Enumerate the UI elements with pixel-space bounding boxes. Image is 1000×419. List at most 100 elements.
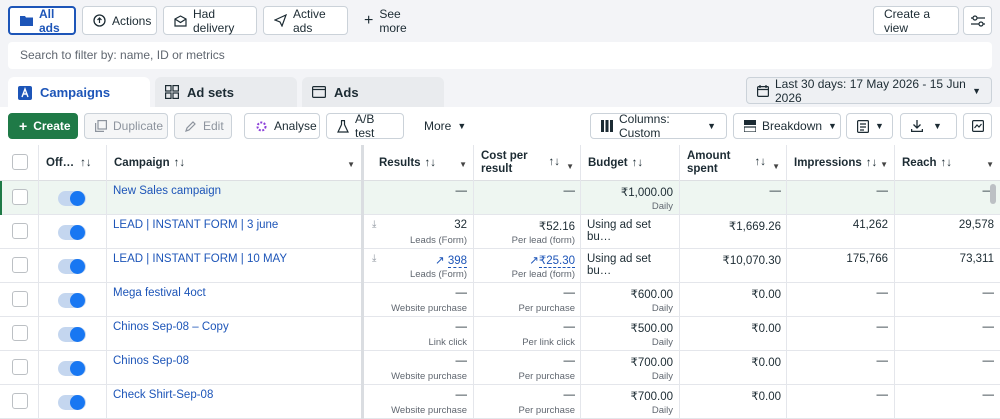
table-row[interactable]: Chinos Sep-08 – Copy — Link click — Per …: [0, 317, 1000, 351]
impressions-value: —: [876, 287, 889, 299]
tab-campaigns[interactable]: Campaigns: [8, 77, 150, 108]
filter-settings-button[interactable]: [963, 6, 992, 35]
active-ads-filter-button[interactable]: Active ads: [263, 6, 348, 35]
table-row[interactable]: LEAD | INSTANT FORM | 3 june ⤓ 32 Leads …: [0, 215, 1000, 249]
caret-down-icon: ▼: [880, 160, 888, 169]
actions-filter-button[interactable]: Actions: [82, 6, 157, 35]
caret-down-icon: ▼: [707, 121, 716, 131]
amount-spent-value: ₹0.00: [751, 289, 781, 301]
edit-button[interactable]: Edit: [174, 113, 232, 139]
ads-icon: [312, 86, 326, 98]
column-header-budget[interactable]: Budget ↑↓: [580, 145, 679, 181]
row-checkbox[interactable]: [12, 257, 28, 273]
breakdown-button[interactable]: Breakdown ▼: [733, 113, 841, 139]
date-range-picker[interactable]: Last 30 days: 17 May 2026 - 15 Jun 2026 …: [746, 77, 992, 105]
budget-type: Daily: [651, 303, 673, 314]
reach-value: —: [982, 389, 995, 401]
table-row[interactable]: LEAD | INSTANT FORM | 10 MAY ⤓ ↗ 398 Lea…: [0, 249, 1000, 283]
budget-value: Using ad set bu…: [587, 253, 651, 277]
analyse-button[interactable]: Analyse: [244, 113, 320, 139]
cost-per-result-type: Per purchase: [518, 371, 575, 382]
campaign-icon: [18, 85, 32, 100]
tab-ads[interactable]: Ads: [302, 77, 444, 107]
budget-value: ₹600.00: [630, 289, 674, 301]
cost-per-result-value[interactable]: ↗₹25.30: [480, 253, 575, 268]
campaign-name-link[interactable]: Chinos Sep-08 – Copy: [113, 321, 229, 333]
campaign-name-link[interactable]: New Sales campaign: [113, 185, 221, 197]
column-header-cost-per-result[interactable]: Cost per result ↑↓ ▼: [473, 145, 580, 181]
column-header-off-on[interactable]: Off… ↑↓: [38, 145, 106, 181]
column-header-results[interactable]: Results ↑↓ ▼: [364, 145, 473, 181]
send-icon: [274, 14, 287, 27]
frozen-column-divider[interactable]: [361, 145, 364, 419]
campaign-toggle[interactable]: [58, 327, 86, 342]
vertical-scrollbar[interactable]: [990, 184, 996, 204]
budget-value: ₹700.00: [630, 357, 674, 369]
caret-down-icon: ▼: [772, 162, 780, 171]
row-checkbox[interactable]: [12, 325, 28, 341]
impressions-value: —: [876, 389, 889, 401]
caret-down-icon: ▼: [459, 160, 467, 169]
amount-spent-value: ₹0.00: [751, 323, 781, 335]
chart-icon: [971, 120, 984, 132]
select-all-checkbox[interactable]: [12, 154, 28, 170]
had-delivery-filter-button[interactable]: Had delivery: [163, 6, 257, 35]
campaign-name-link[interactable]: LEAD | INSTANT FORM | 3 june: [113, 219, 278, 231]
duplicate-button[interactable]: Duplicate: [84, 113, 168, 139]
campaign-toggle[interactable]: [58, 225, 86, 240]
columns-button[interactable]: Columns: Custom ▼: [590, 112, 727, 140]
campaign-name-link[interactable]: Check Shirt-Sep-08: [113, 389, 213, 401]
row-checkbox[interactable]: [12, 359, 28, 375]
download-icon[interactable]: ⤓: [372, 253, 376, 264]
row-checkbox[interactable]: [12, 223, 28, 239]
export-button[interactable]: ▼: [900, 113, 957, 139]
campaign-toggle[interactable]: [58, 361, 86, 376]
ab-test-button[interactable]: A/B test: [326, 112, 404, 140]
campaign-name-link[interactable]: Chinos Sep-08: [113, 355, 189, 367]
campaign-toggle[interactable]: [58, 395, 86, 410]
row-checkbox[interactable]: [12, 393, 28, 409]
results-value: —: [455, 389, 468, 401]
charts-button[interactable]: [963, 113, 992, 139]
more-button[interactable]: More ▼: [414, 113, 470, 139]
row-checkbox[interactable]: [12, 291, 28, 307]
sort-icon: ↑↓: [548, 156, 561, 168]
cost-per-result-value: —: [563, 287, 576, 299]
caret-down-icon: ▼: [566, 162, 574, 171]
create-button[interactable]: + Create: [8, 113, 78, 139]
reach-value: —: [982, 355, 995, 367]
results-type: Leads (Form): [409, 235, 467, 246]
reach-value: 73,311: [959, 253, 994, 265]
row-checkbox[interactable]: [12, 189, 28, 205]
results-value[interactable]: ↗ 398: [380, 253, 467, 268]
caret-down-icon: ▼: [347, 160, 355, 169]
table-row[interactable]: Check Shirt-Sep-08 — Website purchase — …: [0, 385, 1000, 419]
campaign-toggle[interactable]: [58, 191, 86, 206]
campaign-name-link[interactable]: Mega festival 4oct: [113, 287, 206, 299]
column-header-amount-spent[interactable]: Amount spent ↑↓ ▼: [679, 145, 786, 181]
column-header-reach[interactable]: Reach ↑↓ ▼: [894, 145, 1000, 181]
sliders-icon: [970, 14, 985, 27]
campaign-toggle[interactable]: [58, 293, 86, 308]
create-view-button[interactable]: Create a view: [873, 6, 959, 35]
download-icon[interactable]: ⤓: [372, 219, 376, 230]
table-row[interactable]: New Sales campaign — — ₹1,000.00 Daily —…: [0, 181, 1000, 215]
all-ads-filter-button[interactable]: All ads: [8, 6, 76, 35]
search-input[interactable]: Search to filter by: name, ID or metrics: [8, 42, 992, 69]
columns-icon: [601, 120, 613, 132]
tab-ad-sets[interactable]: Ad sets: [155, 77, 297, 107]
table-row[interactable]: Chinos Sep-08 — Website purchase — Per p…: [0, 351, 1000, 385]
pencil-icon: [185, 121, 196, 132]
caret-down-icon: ▼: [933, 121, 942, 131]
column-header-impressions[interactable]: Impressions ↑↓ ▼: [786, 145, 894, 181]
reports-button[interactable]: ▼: [846, 113, 893, 139]
sort-icon: ↑↓: [173, 156, 186, 169]
campaign-name-link[interactable]: LEAD | INSTANT FORM | 10 MAY: [113, 253, 287, 265]
column-header-campaign[interactable]: Campaign ↑↓ ▼: [106, 145, 361, 181]
campaign-toggle[interactable]: [58, 259, 86, 274]
see-more-filters-button[interactable]: + See more: [354, 6, 434, 35]
cost-per-result-value: —: [563, 185, 576, 197]
breakdown-icon: [744, 120, 756, 132]
results-type: Website purchase: [391, 371, 467, 382]
table-row[interactable]: Mega festival 4oct — Website purchase — …: [0, 283, 1000, 317]
